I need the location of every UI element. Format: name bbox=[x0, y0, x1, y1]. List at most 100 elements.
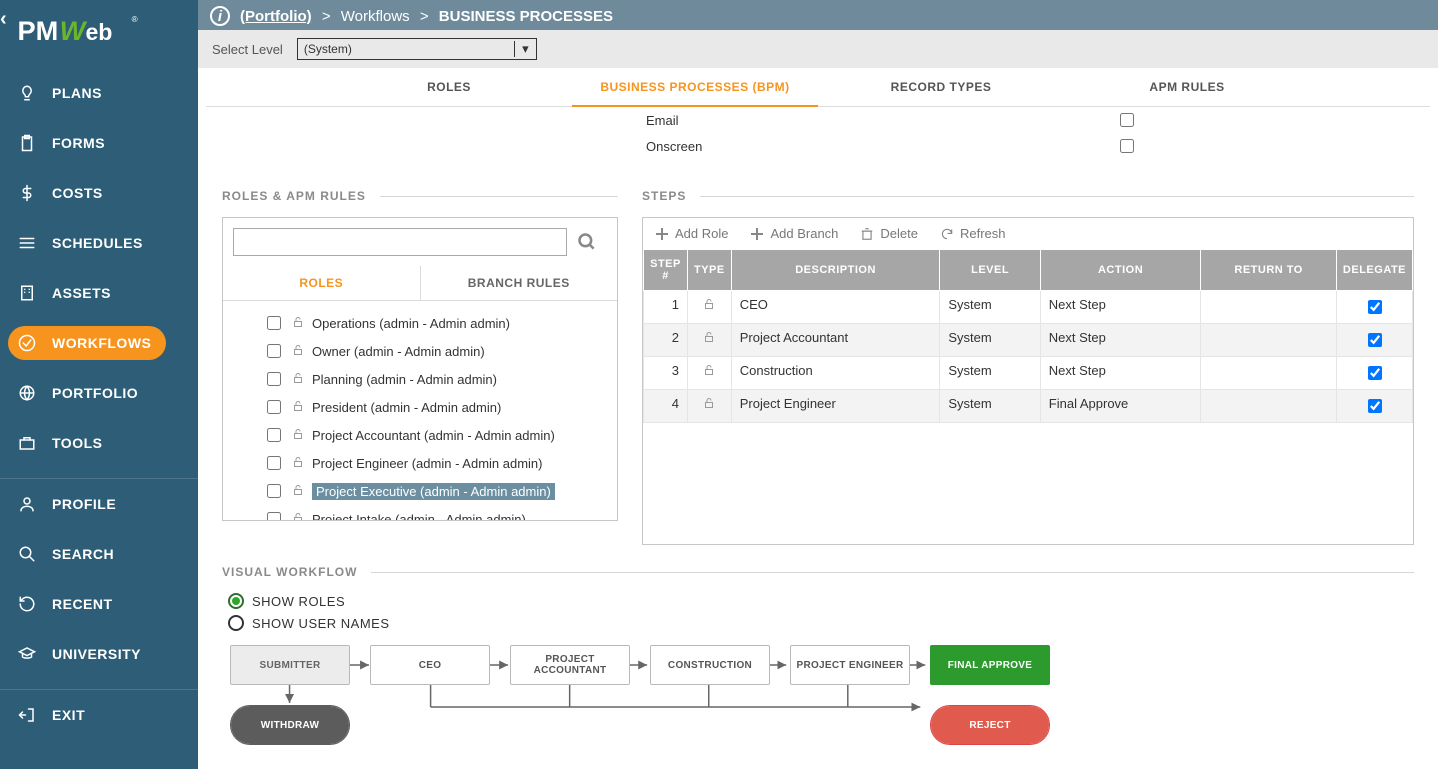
main: i (Portfolio) > Workflows > BUSINESS PRO… bbox=[198, 0, 1438, 769]
steps-section-title: STEPS bbox=[642, 189, 686, 203]
role-name: Project Engineer (admin - Admin admin) bbox=[312, 456, 543, 471]
sidebar-item-forms[interactable]: FORMS bbox=[0, 118, 198, 168]
step-desc: Project Accountant bbox=[731, 324, 940, 357]
sidebar-item-search[interactable]: SEARCH bbox=[0, 529, 198, 579]
sidebar-item-profile[interactable]: PROFILE bbox=[0, 479, 198, 529]
role-item[interactable]: Operations (admin - Admin admin) bbox=[223, 309, 617, 337]
node-construction[interactable]: CONSTRUCTION bbox=[650, 645, 770, 685]
step-row[interactable]: 4 Project Engineer System Final Approve bbox=[644, 390, 1413, 423]
steps-col-return-to: RETURN TO bbox=[1201, 250, 1337, 291]
breadcrumb-portfolio[interactable]: (Portfolio) bbox=[240, 8, 312, 25]
sidebar-item-exit[interactable]: EXIT bbox=[0, 690, 198, 740]
step-delegate bbox=[1336, 357, 1412, 390]
role-checkbox[interactable] bbox=[267, 484, 281, 498]
subtab-roles[interactable]: ROLES bbox=[223, 266, 421, 300]
sidebar-item-recent[interactable]: RECENT bbox=[0, 579, 198, 629]
role-checkbox[interactable] bbox=[267, 428, 281, 442]
step-num: 4 bbox=[644, 390, 688, 423]
tab-apm-rules[interactable]: APM RULES bbox=[1064, 68, 1310, 106]
notify-email-checkbox[interactable] bbox=[1120, 113, 1134, 127]
visual-section-title: VISUAL WORKFLOW bbox=[222, 565, 357, 579]
sidebar-item-assets[interactable]: ASSETS bbox=[0, 268, 198, 318]
tab-business-processes-bpm-[interactable]: BUSINESS PROCESSES (BPM) bbox=[572, 68, 818, 106]
app-logo: ‹ PM W eb ® bbox=[0, 0, 198, 58]
step-row[interactable]: 1 CEO System Next Step bbox=[644, 291, 1413, 324]
search-icon[interactable] bbox=[567, 228, 607, 256]
node-submitter[interactable]: SUBMITTER bbox=[230, 645, 350, 685]
lock-icon bbox=[292, 399, 304, 416]
node-project-accountant[interactable]: PROJECT ACCOUNTANT bbox=[510, 645, 630, 685]
lock-icon bbox=[292, 315, 304, 332]
node-reject[interactable]: REJECT bbox=[930, 705, 1050, 745]
plus-icon bbox=[750, 227, 764, 241]
sidebar: ‹ PM W eb ® PLANSFORMSCOSTSSCHEDULESASSE… bbox=[0, 0, 198, 769]
svg-text:PM: PM bbox=[17, 15, 58, 46]
add-branch-button[interactable]: Add Branch bbox=[750, 226, 838, 241]
step-action: Next Step bbox=[1040, 357, 1201, 390]
role-item[interactable]: Project Accountant (admin - Admin admin) bbox=[223, 421, 617, 449]
sidebar-item-label: SEARCH bbox=[52, 546, 114, 562]
node-ceo[interactable]: CEO bbox=[370, 645, 490, 685]
svg-text:®: ® bbox=[132, 15, 138, 24]
role-name: Operations (admin - Admin admin) bbox=[312, 316, 510, 331]
role-checkbox[interactable] bbox=[267, 344, 281, 358]
tab-record-types[interactable]: RECORD TYPES bbox=[818, 68, 1064, 106]
node-project-engineer[interactable]: PROJECT ENGINEER bbox=[790, 645, 910, 685]
history-icon bbox=[14, 595, 40, 613]
subtab-branch-rules[interactable]: BRANCH RULES bbox=[421, 266, 618, 300]
step-desc: Construction bbox=[731, 357, 940, 390]
step-row[interactable]: 3 Construction System Next Step bbox=[644, 357, 1413, 390]
show-usernames-option[interactable]: SHOW USER NAMES bbox=[228, 615, 1414, 631]
delegate-checkbox[interactable] bbox=[1368, 366, 1382, 380]
role-name: President (admin - Admin admin) bbox=[312, 400, 501, 415]
globe-icon bbox=[14, 384, 40, 402]
step-type bbox=[688, 390, 732, 423]
sidebar-item-portfolio[interactable]: PORTFOLIO bbox=[0, 368, 198, 418]
sidebar-item-schedules[interactable]: SCHEDULES bbox=[0, 218, 198, 268]
notify-onscreen-checkbox[interactable] bbox=[1120, 139, 1134, 153]
steps-col-step-: STEP # bbox=[644, 250, 688, 291]
level-row: Select Level (System) ▾ bbox=[198, 30, 1438, 68]
step-delegate bbox=[1336, 324, 1412, 357]
level-select[interactable]: (System) ▾ bbox=[297, 38, 537, 60]
role-item[interactable]: Owner (admin - Admin admin) bbox=[223, 337, 617, 365]
role-item[interactable]: Project Engineer (admin - Admin admin) bbox=[223, 449, 617, 477]
delegate-checkbox[interactable] bbox=[1368, 333, 1382, 347]
svg-text:W: W bbox=[60, 15, 88, 46]
step-row[interactable]: 2 Project Accountant System Next Step bbox=[644, 324, 1413, 357]
delegate-checkbox[interactable] bbox=[1368, 300, 1382, 314]
role-item[interactable]: Project Intake (admin - Admin admin) bbox=[223, 505, 617, 520]
role-name: Project Accountant (admin - Admin admin) bbox=[312, 428, 555, 443]
step-action: Final Approve bbox=[1040, 390, 1201, 423]
role-checkbox[interactable] bbox=[267, 456, 281, 470]
role-checkbox[interactable] bbox=[267, 512, 281, 520]
role-checkbox[interactable] bbox=[267, 372, 281, 386]
page-title: BUSINESS PROCESSES bbox=[439, 8, 613, 25]
show-roles-option[interactable]: SHOW ROLES bbox=[228, 593, 1414, 609]
back-chevron-icon[interactable]: ‹ bbox=[0, 8, 7, 31]
sidebar-item-university[interactable]: UNIVERSITY bbox=[0, 629, 198, 679]
role-item[interactable]: President (admin - Admin admin) bbox=[223, 393, 617, 421]
sidebar-item-workflows[interactable]: WORKFLOWS bbox=[0, 318, 198, 368]
tab-roles[interactable]: ROLES bbox=[326, 68, 572, 106]
role-item[interactable]: Project Executive (admin - Admin admin) bbox=[223, 477, 617, 505]
clipboard-icon bbox=[14, 134, 40, 152]
briefcase-icon bbox=[14, 434, 40, 452]
sidebar-item-costs[interactable]: COSTS bbox=[0, 168, 198, 218]
info-icon[interactable]: i bbox=[210, 6, 230, 26]
delegate-checkbox[interactable] bbox=[1368, 399, 1382, 413]
notify-email-label: Email bbox=[646, 113, 746, 128]
lock-icon bbox=[292, 511, 304, 521]
add-role-button[interactable]: Add Role bbox=[655, 226, 728, 241]
nav-exit: EXIT bbox=[0, 689, 198, 740]
refresh-button[interactable]: Refresh bbox=[940, 226, 1006, 241]
node-final-approve[interactable]: FINAL APPROVE bbox=[930, 645, 1050, 685]
sidebar-item-plans[interactable]: PLANS bbox=[0, 68, 198, 118]
roles-search-input[interactable] bbox=[233, 228, 567, 256]
role-item[interactable]: Planning (admin - Admin admin) bbox=[223, 365, 617, 393]
sidebar-item-tools[interactable]: TOOLS bbox=[0, 418, 198, 468]
delete-button[interactable]: Delete bbox=[860, 226, 918, 241]
role-checkbox[interactable] bbox=[267, 316, 281, 330]
node-withdraw[interactable]: WITHDRAW bbox=[230, 705, 350, 745]
role-checkbox[interactable] bbox=[267, 400, 281, 414]
